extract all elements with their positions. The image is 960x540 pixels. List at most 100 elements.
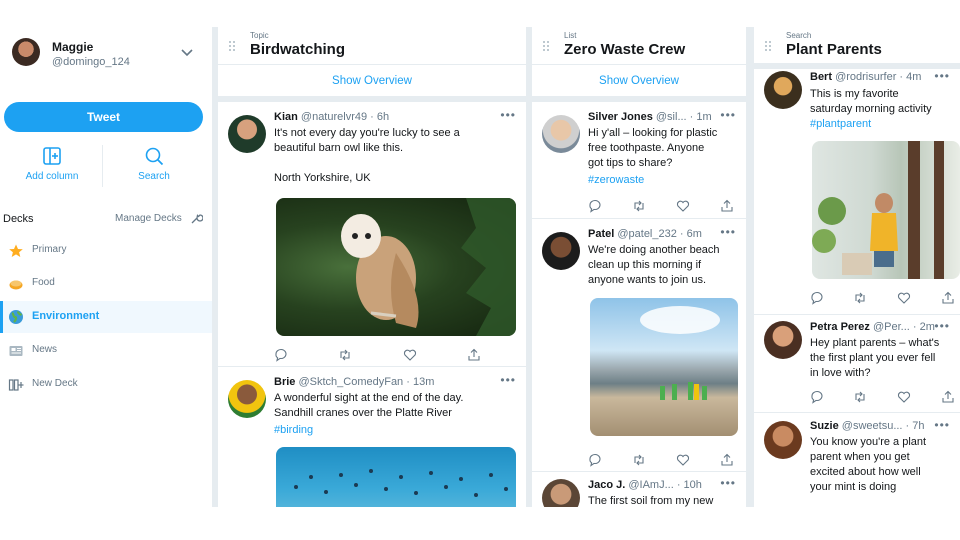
deck-item-primary[interactable]: Primary <box>0 235 212 267</box>
retweet-icon[interactable] <box>853 291 867 305</box>
add-column-button[interactable]: Add column <box>12 145 92 182</box>
more-icon[interactable]: ••• <box>934 319 950 333</box>
tweet-hashtag[interactable]: #birding <box>274 424 313 436</box>
avatar[interactable] <box>542 479 580 507</box>
manage-decks-link[interactable]: Manage Decks <box>115 213 182 224</box>
retweet-icon[interactable] <box>632 453 646 467</box>
deck-label: Food <box>32 277 55 288</box>
show-overview-button[interactable]: Show Overview <box>218 66 526 102</box>
column-title: Birdwatching <box>250 41 346 58</box>
tweet[interactable]: Bert @rodrisurfer · 4m ••• This is my fa… <box>754 69 960 315</box>
tweet-author[interactable]: Jaco J. <box>588 479 625 491</box>
sidebar: Maggie @domingo_124 Tweet Add column Sea… <box>0 27 212 507</box>
tweet[interactable]: Kian @naturelvr49 · 6h ••• It's not ever… <box>218 103 526 367</box>
deck-item-new-deck[interactable]: New Deck <box>0 369 212 401</box>
tweet-author[interactable]: Kian <box>274 111 298 123</box>
tweet-actions <box>810 291 955 307</box>
tweet-meta: Patel @patel_232 · 6m <box>588 228 702 240</box>
like-icon[interactable] <box>897 291 911 305</box>
reply-icon[interactable] <box>588 453 602 467</box>
more-icon[interactable]: ••• <box>720 476 736 490</box>
column-plant-parents: Search Plant Parents Bert @rodrisurfer ·… <box>754 27 960 507</box>
tweet-author[interactable]: Petra Perez <box>810 321 870 333</box>
tweet-hashtag[interactable]: #zerowaste <box>588 174 644 186</box>
more-icon[interactable]: ••• <box>500 373 516 387</box>
tweet-text: You know you're a plant parent when you … <box>810 436 927 493</box>
tweet[interactable]: Patel @patel_232 · 6m ••• We're doing an… <box>532 220 746 472</box>
column-birdwatching: Topic Birdwatching Show Overview Kian @n… <box>218 27 526 507</box>
more-icon[interactable]: ••• <box>720 108 736 122</box>
tweet-handle: @sweetsu... · 7h <box>841 420 925 432</box>
share-icon[interactable] <box>720 453 734 467</box>
reply-icon[interactable] <box>274 348 288 362</box>
tweet[interactable]: Silver Jones @sil... · 1m ••• Hi y'all –… <box>532 103 746 219</box>
tweet-author[interactable]: Silver Jones <box>588 111 653 123</box>
like-icon[interactable] <box>676 453 690 467</box>
cranes-photo[interactable] <box>276 447 516 507</box>
search-icon <box>145 147 164 166</box>
tweet-meta: Bert @rodrisurfer · 4m <box>810 71 921 83</box>
retweet-icon[interactable] <box>632 199 646 213</box>
tweet-meta: Suzie @sweetsu... · 7h <box>810 420 925 432</box>
add-column-icon <box>43 147 61 165</box>
plant-photo[interactable] <box>812 141 960 279</box>
cranes-illustration <box>294 469 508 497</box>
tweet-text: This is my favorite saturday morning act… <box>810 88 932 115</box>
tweet[interactable]: Suzie @sweetsu... · 7h ••• You know you'… <box>754 415 960 507</box>
avatar[interactable] <box>542 232 580 270</box>
reply-icon[interactable] <box>810 390 824 404</box>
beach-cleanup-photo[interactable] <box>590 298 738 436</box>
barn-owl-photo[interactable] <box>276 198 516 336</box>
account-switcher[interactable]: Maggie @domingo_124 <box>0 27 212 85</box>
drag-handle-icon[interactable] <box>542 40 550 52</box>
column-header: Search Plant Parents <box>754 27 960 69</box>
share-icon[interactable] <box>941 291 955 305</box>
like-icon[interactable] <box>897 390 911 404</box>
tweet[interactable]: Petra Perez @Per... · 2m ••• Hey plant p… <box>754 317 960 413</box>
decks-title: Decks <box>3 213 34 225</box>
show-overview-button[interactable]: Show Overview <box>532 66 746 102</box>
tweet-hashtag[interactable]: #plantparent <box>810 118 871 130</box>
drag-handle-icon[interactable] <box>764 40 772 52</box>
column-kind: Topic <box>250 31 269 40</box>
reply-icon[interactable] <box>588 199 602 213</box>
chevron-down-icon[interactable] <box>180 45 194 59</box>
drag-handle-icon[interactable] <box>228 40 236 52</box>
avatar[interactable] <box>228 380 266 418</box>
tweet-text: A wonderful sight at the end of the day.… <box>274 392 464 419</box>
retweet-icon[interactable] <box>853 390 867 404</box>
tweet[interactable]: Jaco J. @IAmJ... · 10h ••• The first soi… <box>532 473 746 507</box>
like-icon[interactable] <box>676 199 690 213</box>
more-icon[interactable]: ••• <box>500 108 516 122</box>
avatar[interactable] <box>542 115 580 153</box>
more-icon[interactable]: ••• <box>720 225 736 239</box>
tweet-author[interactable]: Brie <box>274 376 295 388</box>
deck-item-environment[interactable]: Environment <box>0 301 212 333</box>
tweet-actions <box>588 453 738 469</box>
wrench-icon[interactable] <box>190 212 203 225</box>
avatar[interactable] <box>228 115 266 153</box>
deck-item-news[interactable]: News <box>0 335 212 367</box>
tweet-button[interactable]: Tweet <box>4 102 203 132</box>
food-icon <box>9 280 23 290</box>
search-button[interactable]: Search <box>114 145 194 182</box>
avatar[interactable] <box>764 71 802 109</box>
like-icon[interactable] <box>403 348 417 362</box>
tweet-meta: Kian @naturelvr49 · 6h <box>274 111 389 123</box>
tweet-author[interactable]: Bert <box>810 71 832 83</box>
more-icon[interactable]: ••• <box>934 69 950 83</box>
tweet[interactable]: Brie @Sktch_ComedyFan · 13m ••• A wonder… <box>218 368 526 507</box>
more-icon[interactable]: ••• <box>934 418 950 432</box>
tweetdeck-app: Maggie @domingo_124 Tweet Add column Sea… <box>0 27 960 507</box>
tweet-author[interactable]: Patel <box>588 228 614 240</box>
deck-item-food[interactable]: Food <box>0 268 212 300</box>
avatar[interactable] <box>764 421 802 459</box>
retweet-icon[interactable] <box>338 348 352 362</box>
tweet-author[interactable]: Suzie <box>810 420 839 432</box>
share-icon[interactable] <box>467 348 481 362</box>
share-icon[interactable] <box>720 199 734 213</box>
share-icon[interactable] <box>941 390 955 404</box>
reply-icon[interactable] <box>810 291 824 305</box>
tweet-handle: @IAmJ... · 10h <box>628 479 702 491</box>
avatar[interactable] <box>764 321 802 359</box>
